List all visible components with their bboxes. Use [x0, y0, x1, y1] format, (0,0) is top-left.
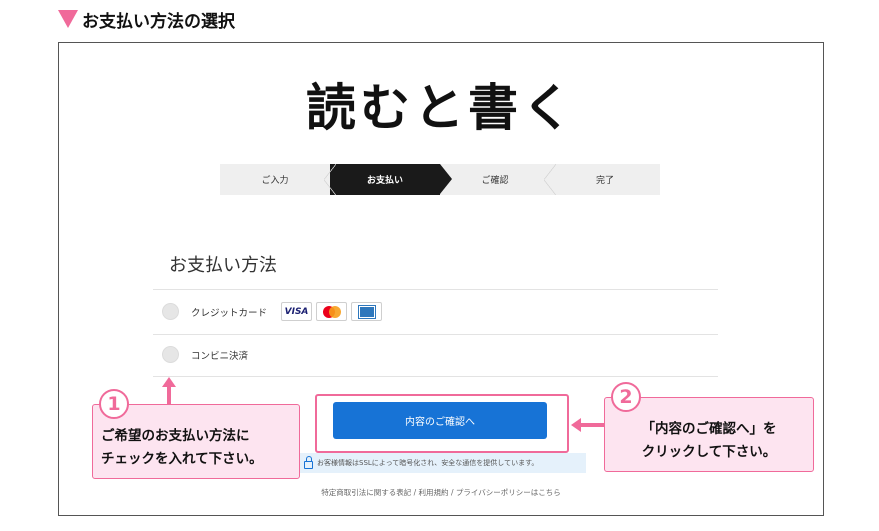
checkout-steps: ご入力 お支払い ご確認 完了	[220, 164, 660, 195]
amex-icon	[351, 302, 383, 321]
payment-method-title: お支払い方法	[169, 255, 277, 276]
note-1-line-2: チェックを入れて下さい。	[101, 451, 263, 467]
credit-card-radio[interactable]	[162, 303, 179, 320]
confirm-order-button[interactable]: 内容のご確認へ	[333, 402, 547, 439]
instruction-note-2: 2 「内容のご確認へ」を クリックして下さい。	[604, 382, 814, 472]
arrow-up-icon	[162, 377, 176, 405]
divider	[153, 376, 718, 377]
checkout-screen: 読むと書く ご入力 お支払い ご確認 完了 お支払い方法 クレジットカード VI…	[58, 42, 824, 516]
ssl-notice-text: お客様情報はSSLによって暗号化され、安全な通信を提供しています。	[317, 459, 539, 467]
note-2-line-1: 「内容のご確認へ」を	[641, 421, 777, 437]
step-number-1: 1	[99, 389, 129, 419]
arrow-left-icon	[571, 418, 605, 432]
ssl-notice: お客様情報はSSLによって暗号化され、安全な通信を提供しています。	[300, 453, 586, 473]
section-heading: お支払い方法の選択	[58, 7, 235, 32]
section-heading-text: お支払い方法の選択	[82, 11, 235, 32]
divider	[153, 289, 718, 290]
credit-card-label[interactable]: クレジットカード	[191, 305, 267, 319]
mastercard-icon	[316, 302, 348, 321]
footer-links[interactable]: 特定商取引法に関する表記 / 利用規約 / プライバシーポリシーはこちら	[59, 487, 823, 498]
visa-icon: VISA	[281, 302, 313, 321]
payment-option-credit-card[interactable]: クレジットカード VISA	[162, 302, 386, 321]
step-complete: 完了	[595, 176, 614, 186]
note-2-line-2: クリックして下さい。	[641, 444, 777, 460]
step-number-2: 2	[611, 382, 641, 412]
convenience-store-label[interactable]: コンビニ決済	[191, 348, 248, 362]
lock-icon	[304, 455, 313, 469]
step-payment: お支払い	[330, 164, 452, 195]
divider	[153, 334, 718, 335]
note-1-line-1: ご希望のお支払い方法に	[101, 428, 250, 444]
triangle-marker-icon	[58, 10, 78, 28]
step-confirm: ご確認	[440, 164, 556, 195]
payment-option-convenience-store[interactable]: コンビニ決済	[162, 346, 262, 363]
instruction-note-1: 1 ご希望のお支払い方法に チェックを入れて下さい。	[92, 389, 300, 479]
convenience-store-radio[interactable]	[162, 346, 179, 363]
step-input: ご入力	[220, 164, 336, 195]
site-logo[interactable]: 読むと書く	[59, 68, 823, 140]
